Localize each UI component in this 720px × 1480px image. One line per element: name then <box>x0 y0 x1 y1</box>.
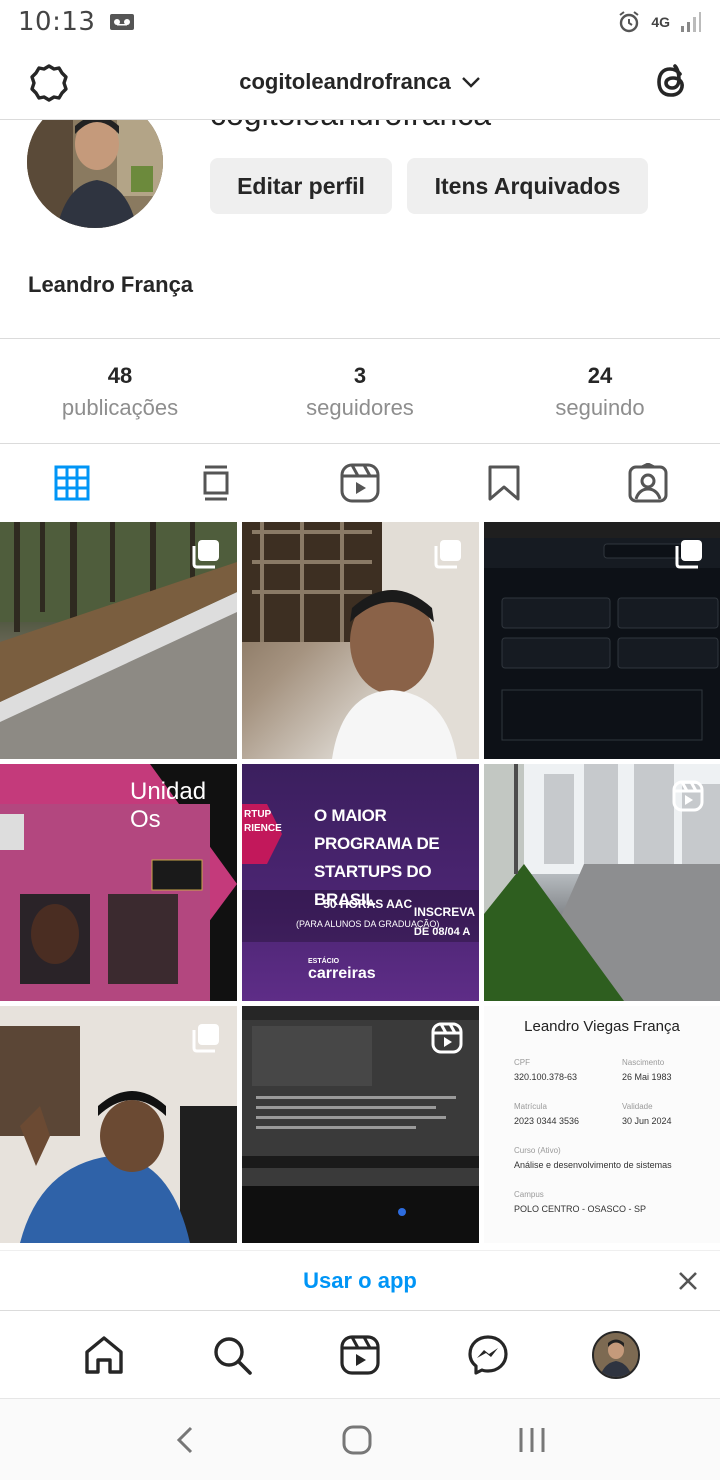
use-app-banner: Usar o app <box>0 1250 720 1310</box>
nav-profile[interactable] <box>592 1330 640 1379</box>
chevron-down-icon <box>461 76 480 88</box>
post-storefront[interactable]: Unidad Os <box>0 764 237 1001</box>
nav-reels[interactable] <box>336 1331 384 1379</box>
post-forest-path[interactable] <box>0 522 237 759</box>
estacio-logo: ESTÁCIO carreiras <box>308 956 376 982</box>
card-student-name: Leandro Viegas França <box>524 1018 680 1035</box>
stat-followers[interactable]: 3 seguidores <box>240 339 480 443</box>
recents-icon[interactable] <box>517 1425 547 1455</box>
card-label-campus: Campus <box>514 1190 544 1199</box>
settings-icon[interactable] <box>28 62 70 104</box>
unidade-sign-text: Unidad Os <box>130 778 207 833</box>
post-selfie[interactable] <box>242 522 479 759</box>
reel-icon <box>672 780 704 812</box>
card-value-campus: POLO CENTRO - OSASCO - SP <box>514 1204 647 1214</box>
post-avenue[interactable] <box>484 764 720 1001</box>
card-label-enrollment: Matrícula <box>514 1102 547 1111</box>
profile-full-name: Leandro França <box>28 272 194 297</box>
stat-label: publicações <box>61 395 179 420</box>
card-label-birth: Nascimento <box>622 1058 665 1067</box>
voicemail-icon <box>110 14 135 30</box>
carousel-icon <box>434 540 461 569</box>
post-startups-promo[interactable]: O MAIOR PROGRAMA DE STARTUPS DO BRASIL R… <box>242 764 479 1001</box>
stat-value: 3 <box>353 363 367 388</box>
archived-items-button[interactable]: Itens Arquivados <box>407 158 648 214</box>
threads-icon[interactable] <box>650 60 694 104</box>
post-student-card[interactable]: Leandro Viegas França CPF 320.100.378-63… <box>484 1006 720 1243</box>
card-label-cpf: CPF <box>514 1058 530 1067</box>
saved-icon <box>488 465 520 501</box>
card-value-enrollment: 2023 0344 3536 <box>514 1116 580 1126</box>
tab-feed[interactable] <box>144 444 288 522</box>
post-monitor-screen[interactable] <box>242 1006 479 1243</box>
tab-saved[interactable] <box>432 444 576 522</box>
close-icon[interactable] <box>676 1269 700 1293</box>
profile-stats: 48 publicações 3 seguidores 24 seguindo <box>0 338 720 444</box>
carousel-icon <box>675 540 702 569</box>
grid-icon <box>54 465 90 501</box>
promo-subscribe-title: INSCREVA <box>413 905 475 919</box>
status-bar: 10:13 4G <box>0 0 720 44</box>
alarm-icon <box>619 11 639 33</box>
profile-header: cogitoleandrofranca <box>0 44 720 120</box>
carousel-icon <box>192 540 219 569</box>
system-navigation <box>0 1398 720 1480</box>
home-icon <box>85 1335 123 1374</box>
tab-grid[interactable] <box>0 444 144 522</box>
profile-tabs <box>0 444 720 522</box>
card-value-course: Análise e desenvolvimento de sistemas <box>514 1160 672 1170</box>
home-circle-icon[interactable] <box>342 1425 372 1455</box>
feed-icon <box>203 465 229 501</box>
tab-reels[interactable] <box>288 444 432 522</box>
tagged-icon <box>628 463 668 503</box>
profile-avatar-small <box>592 1330 640 1379</box>
tab-tagged[interactable] <box>576 444 720 522</box>
network-4g-icon: 4G <box>651 14 670 30</box>
posts-grid: Unidad Os O MAIOR PROGRAMA DE STARTUPS D… <box>0 522 720 1243</box>
use-app-link[interactable]: Usar o app <box>303 1268 417 1294</box>
stat-posts[interactable]: 48 publicações <box>0 339 240 443</box>
reel-icon <box>431 1022 463 1054</box>
stat-value: 48 <box>107 363 133 388</box>
card-value-birth: 26 Mai 1983 <box>622 1072 672 1082</box>
stat-following[interactable]: 24 seguindo <box>480 339 720 443</box>
stat-value: 24 <box>587 363 613 388</box>
card-value-validity: 30 Jun 2024 <box>622 1116 672 1126</box>
carousel-icon <box>192 1024 219 1053</box>
clock: 10:13 <box>18 7 96 37</box>
nav-home[interactable] <box>80 1331 128 1379</box>
card-label-course: Curso (Ativo) <box>514 1146 561 1155</box>
post-github-screenshot[interactable] <box>484 522 720 759</box>
promo-subscribe: INSCREVA DE 08/04 A <box>414 902 475 942</box>
reels-icon <box>340 463 380 503</box>
card-label-validity: Validade <box>622 1102 653 1111</box>
signal-icon <box>681 12 701 32</box>
estacio-logo-text: carreiras <box>308 965 376 982</box>
reels-icon <box>340 1334 380 1375</box>
promo-left-text: RTUP RIENCE <box>244 809 282 834</box>
card-value-cpf: 320.100.378-63 <box>514 1072 578 1082</box>
header-username: cogitoleandrofranca <box>239 68 451 94</box>
stat-label: seguidores <box>306 395 414 420</box>
search-icon <box>214 1336 252 1375</box>
nav-messenger[interactable] <box>464 1331 512 1379</box>
stat-label: seguindo <box>555 395 645 420</box>
promo-date: DE 08/04 A <box>413 926 471 938</box>
username-switcher[interactable]: cogitoleandrofranca <box>239 69 480 95</box>
bottom-navigation <box>0 1310 720 1398</box>
nav-search[interactable] <box>208 1331 256 1379</box>
messenger-icon <box>468 1334 508 1375</box>
post-gesture-photo[interactable] <box>0 1006 237 1243</box>
back-icon[interactable] <box>173 1425 197 1455</box>
edit-profile-button[interactable]: Editar perfil <box>210 158 392 214</box>
